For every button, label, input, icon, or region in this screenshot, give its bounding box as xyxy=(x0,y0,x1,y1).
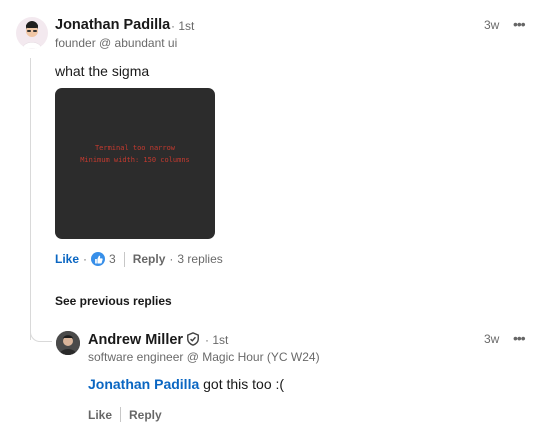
author-headline: founder @ abundant ui xyxy=(55,36,178,50)
thumbs-up-icon[interactable] xyxy=(91,252,106,266)
reply-actions: Like Reply xyxy=(88,407,162,422)
comment-timestamp: 3w xyxy=(484,18,500,32)
avatar[interactable] xyxy=(16,17,48,49)
terminal-line: Minimum width: 150 columns xyxy=(80,156,190,164)
comment-actions: Like · 3 Reply · 3 replies xyxy=(55,251,223,267)
terminal-line: Terminal too narrow xyxy=(94,144,176,152)
connection-degree: · 1st xyxy=(205,333,229,347)
comment-author-name[interactable]: Jonathan Padilla xyxy=(55,17,170,33)
avatar[interactable] xyxy=(56,331,80,355)
replies-count[interactable]: 3 replies xyxy=(177,252,222,266)
reply-timestamp: 3w xyxy=(484,332,500,346)
thread-line xyxy=(30,58,31,340)
like-button[interactable]: Like xyxy=(88,408,112,422)
mention-link[interactable]: Jonathan Padilla xyxy=(88,376,199,392)
reply-text-body: got this too :( xyxy=(199,376,285,392)
divider xyxy=(120,407,122,422)
author-headline: software engineer @ Magic Hour (YC W24) xyxy=(88,350,320,364)
more-options-icon[interactable]: ••• xyxy=(513,16,526,32)
see-previous-replies-button[interactable]: See previous replies xyxy=(55,294,172,308)
reaction-count[interactable]: 3 xyxy=(109,252,116,266)
thread-connector xyxy=(30,320,52,342)
separator-dot: · xyxy=(169,252,174,266)
comment-image[interactable]: Terminal too narrow Minimum width: 150 c… xyxy=(55,88,215,239)
reply-text: Jonathan Padilla got this too :( xyxy=(88,376,284,392)
reply-button[interactable]: Reply xyxy=(133,252,166,266)
comment-text: what the sigma xyxy=(55,63,150,79)
separator-dot: · xyxy=(83,252,88,266)
more-options-icon[interactable]: ••• xyxy=(513,330,526,346)
reply-button[interactable]: Reply xyxy=(129,408,162,422)
like-button[interactable]: Like xyxy=(55,252,79,266)
connection-degree: · 1st xyxy=(171,19,195,33)
reply-author-name[interactable]: Andrew Miller xyxy=(88,332,183,348)
verified-shield-icon xyxy=(186,332,200,346)
divider xyxy=(123,251,125,267)
